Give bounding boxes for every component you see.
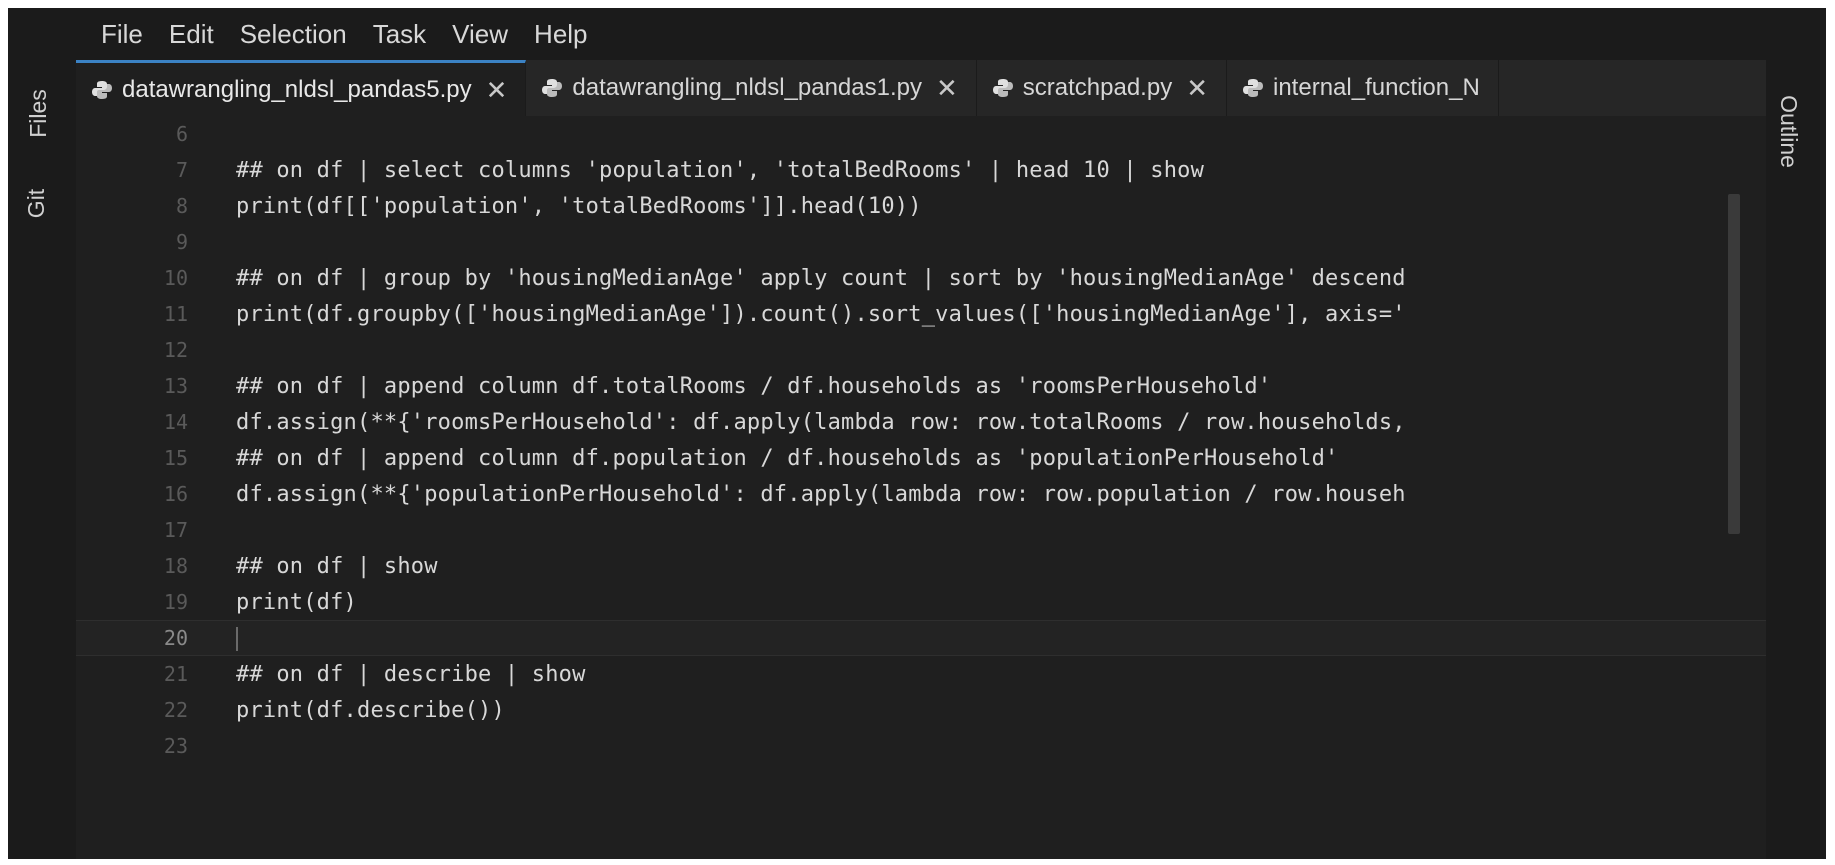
tab-datawrangling-nldsl-pandas5[interactable]: datawrangling_nldsl_pandas5.py ✕ xyxy=(76,60,527,116)
python-file-icon xyxy=(542,79,563,97)
menu-selection[interactable]: Selection xyxy=(227,19,360,50)
tab-datawrangling-nldsl-pandas1[interactable]: datawrangling_nldsl_pandas1.py ✕ xyxy=(526,60,977,116)
outline-panel-toggle[interactable]: Outline xyxy=(1775,95,1802,168)
menu-task[interactable]: Task xyxy=(360,19,439,50)
line-number: 8 xyxy=(175,194,188,218)
python-file-icon xyxy=(92,80,112,99)
line-number: 10 xyxy=(163,266,188,290)
tab-label: datawrangling_nldsl_pandas5.py xyxy=(122,75,472,103)
line-number: 7 xyxy=(175,158,188,182)
menu-view[interactable]: View xyxy=(439,19,521,50)
text-cursor xyxy=(236,627,238,651)
code-line: 13 ## on df | append column df.totalRoom… xyxy=(76,368,1766,404)
line-number: 11 xyxy=(163,302,188,326)
line-text: print(df.describe()) xyxy=(236,697,505,723)
code-line: 16 df.assign(**{'populationPerHousehold'… xyxy=(76,476,1766,512)
line-number: 22 xyxy=(163,698,188,722)
line-text: print(df[['population', 'totalBedRooms']… xyxy=(236,193,922,219)
close-icon[interactable]: ✕ xyxy=(936,75,958,101)
code-line: 11 print(df.groupby(['housingMedianAge']… xyxy=(76,296,1766,332)
current-code-line: 20 xyxy=(76,620,1766,656)
line-number: 21 xyxy=(163,662,188,686)
code-line: 22 print(df.describe()) xyxy=(76,692,1766,728)
right-activity-rail: Outline xyxy=(1766,60,1826,859)
line-text: print(df.groupby(['housingMedianAge']).c… xyxy=(236,301,1406,327)
code-line: 8 print(df[['population', 'totalBedRooms… xyxy=(76,188,1766,224)
code-line: 9 xyxy=(76,224,1766,260)
code-line: 12 xyxy=(76,332,1766,368)
tab-label: internal_function_N xyxy=(1273,74,1480,101)
code-line: 14 df.assign(**{'roomsPerHousehold': df.… xyxy=(76,404,1766,440)
tab-label: scratchpad.py xyxy=(1022,74,1173,101)
line-number: 13 xyxy=(163,374,188,398)
line-number: 9 xyxy=(175,230,188,254)
python-file-icon xyxy=(992,79,1013,97)
line-number: 18 xyxy=(163,554,188,578)
line-number: 19 xyxy=(163,590,188,614)
code-line: 7 ## on df | select columns 'population'… xyxy=(76,152,1766,188)
tab-internal-function[interactable]: internal_function_N xyxy=(1227,60,1499,116)
line-number: 12 xyxy=(163,338,188,362)
code-line: 18 ## on df | show xyxy=(76,548,1766,584)
line-text: print(df) xyxy=(236,589,358,615)
line-text: ## on df | append column df.population /… xyxy=(236,445,1339,471)
line-text: ## on df | show xyxy=(236,553,438,579)
vertical-scrollbar[interactable] xyxy=(1728,194,1740,534)
code-line: 10 ## on df | group by 'housingMedianAge… xyxy=(76,260,1766,296)
line-number: 17 xyxy=(163,518,188,542)
code-line: 6 xyxy=(76,116,1766,152)
line-number: 16 xyxy=(163,482,188,506)
code-line: 23 xyxy=(76,728,1766,764)
line-text: ## on df | select columns 'population', … xyxy=(236,157,1205,183)
line-text: ## on df | append column df.totalRooms /… xyxy=(236,373,1272,399)
line-text: ## on df | group by 'housingMedianAge' a… xyxy=(236,265,1406,291)
line-number: 6 xyxy=(175,122,188,146)
close-icon[interactable]: ✕ xyxy=(1186,75,1208,101)
line-number: 14 xyxy=(163,410,188,434)
menu-file[interactable]: File xyxy=(88,19,156,50)
line-text: df.assign(**{'populationPerHousehold': d… xyxy=(236,481,1406,507)
line-number: 20 xyxy=(163,626,188,650)
files-panel-toggle[interactable]: Files xyxy=(25,89,52,138)
editor-tab-bar: datawrangling_nldsl_pandas5.py ✕ datawra… xyxy=(76,60,1766,116)
code-line: 21 ## on df | describe | show xyxy=(76,656,1766,692)
menu-bar: File Edit Selection Task View Help xyxy=(8,8,1826,60)
line-text: df.assign(**{'roomsPerHousehold': df.app… xyxy=(236,409,1406,435)
tab-scratchpad[interactable]: scratchpad.py ✕ xyxy=(976,60,1227,116)
git-panel-toggle[interactable]: Git xyxy=(23,189,50,218)
code-editor[interactable]: 6 7 ## on df | select columns 'populatio… xyxy=(76,116,1766,859)
tab-label: datawrangling_nldsl_pandas1.py xyxy=(572,74,922,101)
line-number: 23 xyxy=(163,734,188,758)
code-line: 17 xyxy=(76,512,1766,548)
menu-edit[interactable]: Edit xyxy=(156,19,227,50)
ide-window: File Edit Selection Task View Help Files… xyxy=(8,8,1826,859)
close-icon[interactable]: ✕ xyxy=(486,77,508,103)
menu-help[interactable]: Help xyxy=(521,19,600,50)
line-number: 15 xyxy=(163,446,188,470)
python-file-icon xyxy=(1243,79,1263,97)
code-line: 15 ## on df | append column df.populatio… xyxy=(76,440,1766,476)
code-line: 19 print(df) xyxy=(76,584,1766,620)
left-activity-rail: Files Git xyxy=(8,60,76,859)
line-text: ## on df | describe | show xyxy=(236,661,586,687)
